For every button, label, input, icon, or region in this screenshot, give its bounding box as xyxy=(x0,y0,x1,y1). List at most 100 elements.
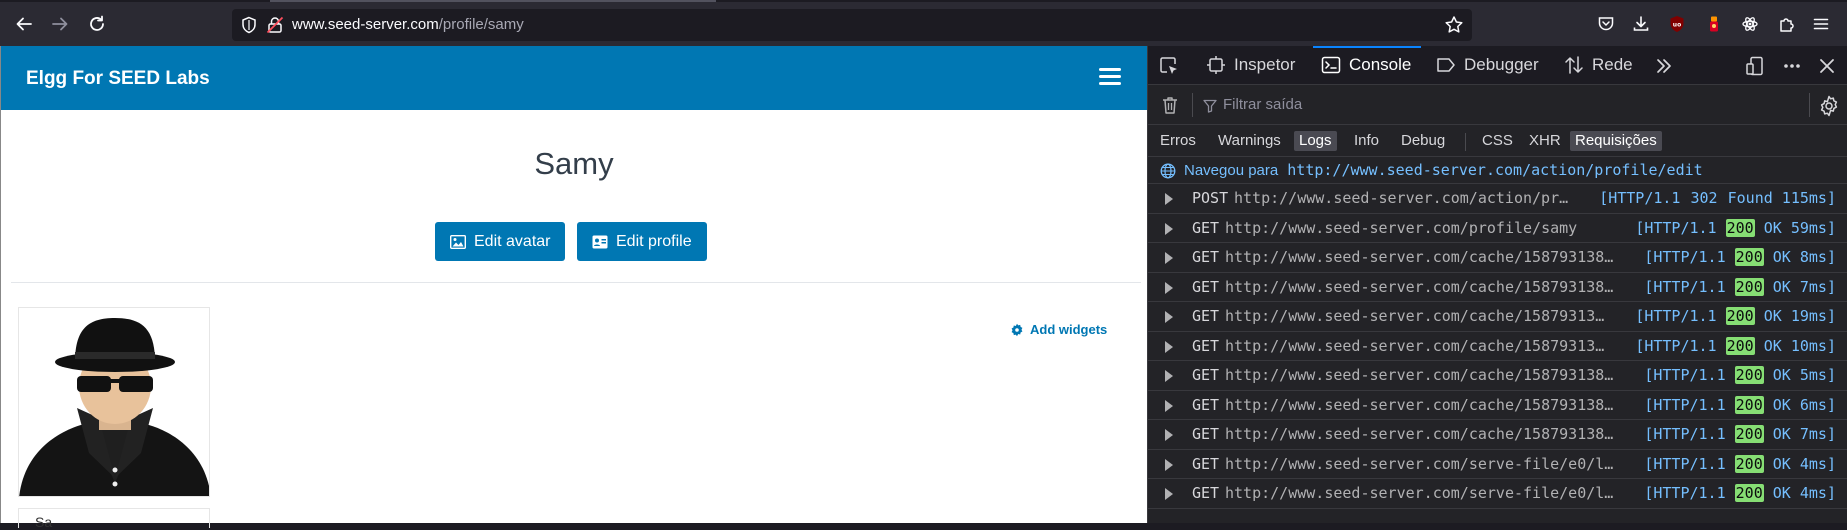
devtools-options-button[interactable] xyxy=(1781,55,1803,77)
expand-arrow-icon[interactable] xyxy=(1165,193,1173,205)
log-row[interactable]: GET http://www.seed-server.com/cache/1587… xyxy=(1148,243,1847,273)
shield-icon[interactable] xyxy=(240,16,258,34)
expand-arrow-icon[interactable] xyxy=(1165,281,1173,294)
extension-button[interactable] xyxy=(1703,13,1725,35)
reload-button[interactable] xyxy=(83,10,111,38)
filter-warnings[interactable]: Warnings xyxy=(1213,131,1286,151)
trash-icon[interactable] xyxy=(1160,95,1180,115)
request-url[interactable]: http://www.seed-server.com/action/pr… xyxy=(1234,189,1634,207)
close-devtools-button[interactable] xyxy=(1816,55,1838,77)
navigation-url[interactable]: http://www.seed-server.com/action/profil… xyxy=(1287,161,1702,179)
more-tabs-button[interactable] xyxy=(1653,55,1675,77)
insecure-lock-icon[interactable] xyxy=(266,16,284,34)
tab-network[interactable]: Rede xyxy=(1564,46,1633,84)
filter-debug[interactable]: Debug xyxy=(1396,131,1450,151)
request-status: [HTTP/1.1 200 OK 59ms] xyxy=(1635,218,1836,237)
back-button[interactable] xyxy=(10,10,38,38)
filter-css[interactable]: CSS xyxy=(1477,131,1518,151)
forward-button[interactable] xyxy=(46,10,74,38)
hamburger-menu-icon xyxy=(1813,18,1829,30)
request-url[interactable]: http://www.seed-server.com/cache/1587931… xyxy=(1225,307,1625,325)
app-menu-button[interactable] xyxy=(1810,13,1832,35)
expand-arrow-icon[interactable] xyxy=(1165,222,1173,235)
request-url[interactable]: http://www.seed-server.com/cache/1587931… xyxy=(1225,278,1625,296)
log-row[interactable]: GET http://www.seed-server.com/cache/1587… xyxy=(1148,332,1847,361)
log-row[interactable]: GET http://www.seed-server.com/profile/sa… xyxy=(1148,214,1847,243)
status-text: OK 7ms] xyxy=(1772,277,1836,296)
request-protocol: [HTTP/1.1 xyxy=(1644,484,1726,502)
filter-logs[interactable]: Logs xyxy=(1294,131,1337,151)
tab-console-label: Console xyxy=(1349,55,1412,74)
request-method: GET xyxy=(1192,425,1220,443)
tab-inspector[interactable]: Inspetor xyxy=(1206,46,1295,84)
request-url[interactable]: http://www.seed-server.com/serve-file/e0… xyxy=(1225,484,1625,502)
request-protocol: [HTTP/1.1 xyxy=(1599,189,1681,207)
network-arrows-icon xyxy=(1565,56,1583,74)
globe-icon xyxy=(1160,163,1176,179)
expand-arrow-icon[interactable] xyxy=(1165,340,1173,353)
edit-profile-button[interactable]: Edit profile xyxy=(577,222,707,261)
request-url[interactable]: http://www.seed-server.com/cache/1587931… xyxy=(1225,396,1625,414)
web-page: Elgg For SEED Labs Samy Edit avatar Edit… xyxy=(0,46,1147,530)
url-bar[interactable]: www.seed-server.com/profile/samy xyxy=(232,9,1472,41)
request-url[interactable]: http://www.seed-server.com/profile/samy xyxy=(1225,219,1605,237)
console-icon xyxy=(1321,56,1341,74)
request-url[interactable]: http://www.seed-server.com/cache/1587931… xyxy=(1225,425,1625,443)
responsive-design-button[interactable] xyxy=(1744,55,1766,77)
expand-arrow-icon[interactable] xyxy=(1165,399,1173,412)
status-code-badge: 302 xyxy=(1690,189,1718,207)
log-row[interactable]: GET http://www.seed-server.com/serve-file… xyxy=(1148,450,1847,479)
expand-arrow-icon[interactable] xyxy=(1165,252,1173,264)
log-row[interactable]: GET http://www.seed-server.com/cache/1587… xyxy=(1148,391,1847,420)
status-text: Found 115ms] xyxy=(1727,189,1836,207)
tab-debugger[interactable]: Debugger xyxy=(1436,46,1539,84)
gear-icon[interactable] xyxy=(1818,95,1840,117)
request-url[interactable]: http://www.seed-server.com/serve-file/e0… xyxy=(1225,455,1625,473)
expand-arrow-icon[interactable] xyxy=(1165,311,1173,323)
request-protocol: [HTTP/1.1 xyxy=(1635,307,1717,325)
filter-xhr[interactable]: XHR xyxy=(1524,131,1566,151)
log-row[interactable]: GET http://www.seed-server.com/cache/1587… xyxy=(1148,302,1847,332)
expand-arrow-icon[interactable] xyxy=(1165,488,1173,500)
expand-arrow-icon[interactable] xyxy=(1165,429,1173,441)
request-url[interactable]: http://www.seed-server.com/cache/1587931… xyxy=(1225,366,1625,384)
status-code-badge: 200 xyxy=(1725,307,1755,325)
ublock-button[interactable]: uo xyxy=(1666,13,1688,35)
profile-avatar[interactable] xyxy=(18,307,210,497)
downloads-button[interactable] xyxy=(1630,13,1652,35)
url-text[interactable]: www.seed-server.com/profile/samy xyxy=(292,16,524,33)
inspector-icon xyxy=(1207,56,1225,74)
request-method: GET xyxy=(1192,484,1220,502)
site-name-link[interactable]: Elgg For SEED Labs xyxy=(26,68,210,90)
filter-errors[interactable]: Erros xyxy=(1155,131,1201,151)
bookmark-star-icon[interactable] xyxy=(1444,15,1464,35)
expand-arrow-icon[interactable] xyxy=(1165,370,1173,382)
filter-requests[interactable]: Requisições xyxy=(1570,131,1662,151)
request-url[interactable]: http://www.seed-server.com/cache/1587931… xyxy=(1225,337,1625,355)
log-row[interactable]: GET http://www.seed-server.com/cache/1587… xyxy=(1148,420,1847,450)
pocket-button[interactable] xyxy=(1595,13,1617,35)
request-method: GET xyxy=(1192,218,1220,237)
site-menu-icon[interactable] xyxy=(1099,68,1121,86)
request-method: GET xyxy=(1192,366,1220,384)
ublock-origin-icon: uo xyxy=(1670,16,1684,32)
extensions-button[interactable] xyxy=(1776,13,1798,35)
edit-avatar-button[interactable]: Edit avatar xyxy=(435,222,566,261)
debugger-icon xyxy=(1437,58,1455,72)
expand-arrow-icon[interactable] xyxy=(1165,458,1173,471)
url-path: /profile/samy xyxy=(438,16,524,33)
element-picker-button[interactable] xyxy=(1158,55,1180,77)
tab-console[interactable]: Console xyxy=(1312,46,1422,84)
log-row[interactable]: POST http://www.seed-server.com/action/pr… xyxy=(1148,184,1847,214)
log-row[interactable]: GET http://www.seed-server.com/serve-file… xyxy=(1148,479,1847,509)
log-row[interactable]: GET http://www.seed-server.com/cache/1587… xyxy=(1148,361,1847,391)
log-row[interactable]: GET http://www.seed-server.com/cache/1587… xyxy=(1148,273,1847,302)
add-widgets-link[interactable]: Add widgets xyxy=(1010,322,1107,337)
console-filter-input[interactable]: Filtrar saída xyxy=(1223,96,1302,113)
request-url[interactable]: http://www.seed-server.com/cache/1587931… xyxy=(1225,248,1625,266)
section-divider xyxy=(11,282,1141,283)
id-card-icon xyxy=(592,235,608,248)
request-status: [HTTP/1.1 200 OK 5ms] xyxy=(1644,366,1836,384)
atom-extension-button[interactable] xyxy=(1739,13,1761,35)
filter-info[interactable]: Info xyxy=(1349,131,1384,151)
